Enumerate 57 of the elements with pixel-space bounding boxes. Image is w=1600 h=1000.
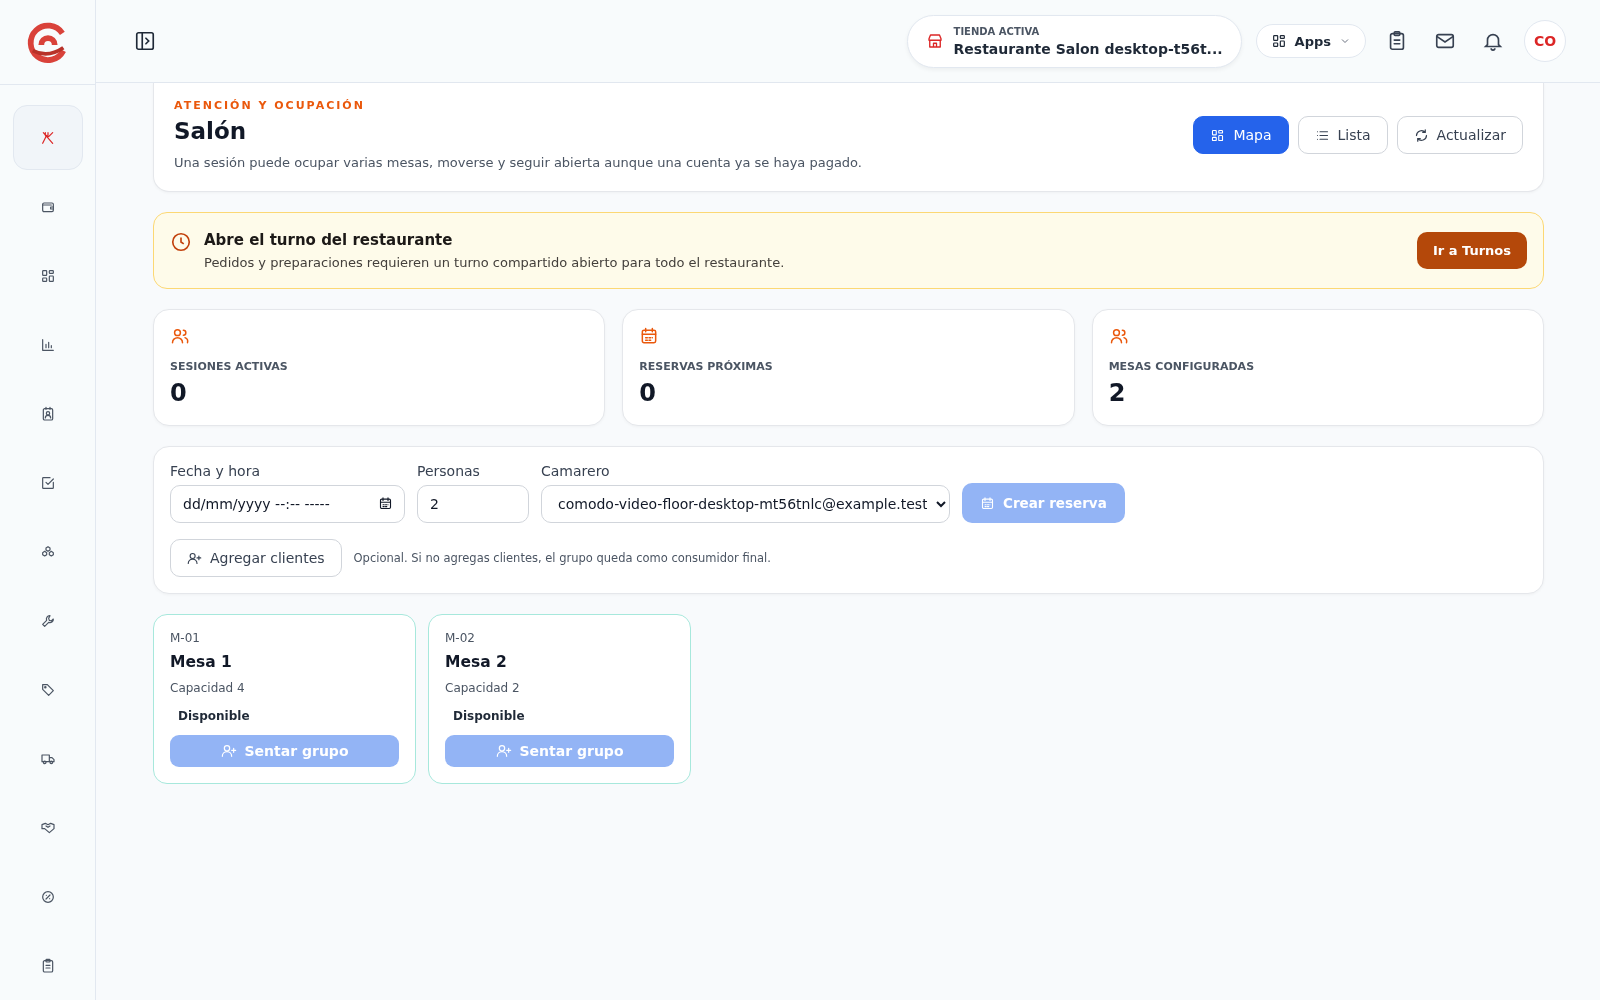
add-clients-button[interactable]: Agregar clientes [170, 539, 342, 577]
table-status: Disponible [452, 708, 526, 725]
grid-icon [1210, 127, 1226, 143]
view-toggle-button[interactable]: Mapa [1193, 116, 1289, 154]
stat-label: SESIONES ACTIVAS [170, 360, 289, 373]
tag-icon [39, 681, 56, 698]
checkbox-icon [39, 474, 56, 491]
users-icon [1108, 326, 1129, 346]
refresh-button[interactable]: Actualizar [1396, 116, 1523, 154]
bar-chart-icon [39, 336, 56, 353]
page-title: Salón [174, 118, 248, 144]
alert-text: Pedidos y preparaciones requieren un turno compartido abierto para todo el restaurante. [204, 255, 786, 270]
wrench-icon [39, 612, 56, 629]
clock-icon [170, 231, 192, 253]
go-to-shifts-button[interactable]: Ir a Turnos [1416, 232, 1527, 269]
section-eyebrow: ATENCIÓN Y OCUPACIÓN [174, 99, 366, 112]
table-code: M-02 [445, 631, 476, 645]
alert-title: Abre el turno del restaurante [204, 231, 454, 249]
date-time-field[interactable]: dd/mm/yyyy --:-- ----- [170, 485, 405, 523]
table-name: Mesa 1 [170, 653, 233, 671]
add-user-icon [187, 550, 202, 566]
sidebar-item[interactable] [12, 105, 83, 170]
field-label: Camarero [541, 463, 611, 479]
field-label: Fecha y hora [170, 463, 261, 479]
utensils-icon [39, 129, 56, 146]
hint-text: Opcional. Si no agregas clientes, el grupo queda como consumidor final. [353, 551, 771, 565]
add-user-icon [495, 743, 512, 759]
table-status: Disponible [177, 708, 251, 725]
people-field[interactable]: 2 [417, 485, 529, 523]
stat-label: RESERVAS PRÓXIMAS [639, 360, 774, 373]
field-label: Personas [417, 463, 481, 479]
sidebar-toggle-button[interactable] [134, 30, 156, 52]
grid-icon [1270, 33, 1287, 49]
view-toggle-button[interactable]: Lista [1297, 116, 1388, 154]
store-name: Restaurante Salon desktop-t56t... [953, 40, 1223, 57]
stat-value: 2 [1108, 379, 1127, 407]
page-subtitle: Una sesión puede ocupar varias mesas, moverse y seguir abierta aunque una cuenta ya se haya pagado. [174, 155, 862, 170]
table-capacity: Capacidad 4 [170, 681, 246, 695]
percent-badge-icon [39, 888, 56, 905]
stat-label: MESAS CONFIGURADAS [1108, 360, 1256, 373]
users-icon [170, 326, 190, 346]
user-avatar[interactable]: CO [1524, 20, 1566, 62]
waiter-select[interactable]: comodo-video-floor-desktop-mt56tnlc@example.test [541, 485, 950, 523]
table-code: M-01 [170, 631, 201, 645]
stat-value: 0 [170, 379, 188, 407]
table-capacity: Capacidad 2 [445, 681, 521, 695]
store-icon [925, 32, 944, 50]
add-user-icon [220, 743, 237, 759]
table-name: Mesa 2 [445, 653, 508, 671]
calendar-icon [378, 496, 393, 511]
refresh-icon [1413, 127, 1429, 143]
apps-button[interactable]: Apps [1255, 24, 1366, 58]
stat-value: 0 [639, 379, 658, 407]
store-label: TIENDA ACTIVA [953, 25, 1041, 37]
active-store-selector[interactable]: TIENDA ACTIVA Restaurante Salon desktop-t56t... [906, 14, 1242, 68]
grid-icon [39, 267, 56, 284]
calendar-icon [980, 495, 995, 511]
